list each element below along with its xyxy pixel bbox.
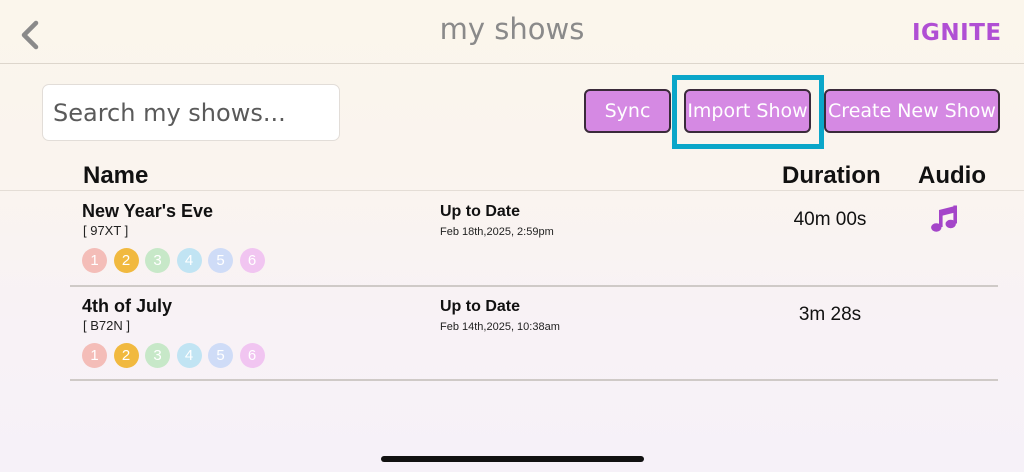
show-duration: 40m 00s — [793, 209, 867, 230]
show-row[interactable]: New Year's Eve [ 97XT ] 1 2 3 4 5 6 Up t… — [0, 191, 1024, 285]
column-header-audio: Audio — [918, 162, 986, 189]
ignite-logo: IGNITE — [912, 20, 1002, 46]
cue-dot-5[interactable]: 5 — [208, 248, 233, 273]
music-note-icon[interactable] — [928, 202, 962, 241]
show-row[interactable]: 4th of July [ B72N ] 1 2 3 4 5 6 Up to D… — [0, 286, 1024, 380]
cue-dot-1[interactable]: 1 — [82, 343, 107, 368]
cue-dot-2[interactable]: 2 — [113, 248, 139, 273]
top-bar: my shows IGNITE — [0, 0, 1024, 64]
show-name: New Year's Eve — [82, 201, 214, 221]
cue-dot-6[interactable]: 6 — [239, 343, 265, 368]
search-input[interactable] — [43, 85, 339, 140]
last-updated: Feb 14th,2025, 10:38am — [440, 321, 560, 333]
sync-status: Up to Date — [440, 203, 520, 220]
cue-dot-4[interactable]: 4 — [176, 343, 202, 368]
column-header-name: Name — [83, 162, 149, 189]
show-code: [ 97XT ] — [83, 223, 129, 238]
row-divider — [70, 379, 998, 381]
cue-dot-2[interactable]: 2 — [113, 343, 139, 368]
import-show-button[interactable]: Import Show — [684, 89, 811, 133]
show-name: 4th of July — [82, 296, 173, 316]
home-indicator — [381, 456, 644, 462]
cue-dot-3[interactable]: 3 — [145, 248, 170, 273]
cue-dot-4[interactable]: 4 — [176, 248, 202, 273]
create-new-show-button[interactable]: Create New Show — [824, 89, 1000, 133]
page-title: my shows — [439, 12, 585, 46]
cue-dot-6[interactable]: 6 — [239, 248, 265, 273]
column-header-duration: Duration — [782, 162, 881, 189]
last-updated: Feb 18th,2025, 2:59pm — [440, 226, 554, 238]
search-field[interactable] — [42, 84, 340, 141]
cue-dot-3[interactable]: 3 — [145, 343, 170, 368]
sync-button[interactable]: Sync — [584, 89, 671, 133]
show-code: [ B72N ] — [83, 318, 130, 333]
sync-status: Up to Date — [440, 298, 520, 315]
cue-dot-1[interactable]: 1 — [82, 248, 107, 273]
cue-dot-5[interactable]: 5 — [208, 343, 233, 368]
show-duration: 3m 28s — [798, 304, 862, 325]
cue-dots: 1 2 3 4 5 6 — [82, 343, 271, 368]
cue-dots: 1 2 3 4 5 6 — [82, 248, 271, 273]
